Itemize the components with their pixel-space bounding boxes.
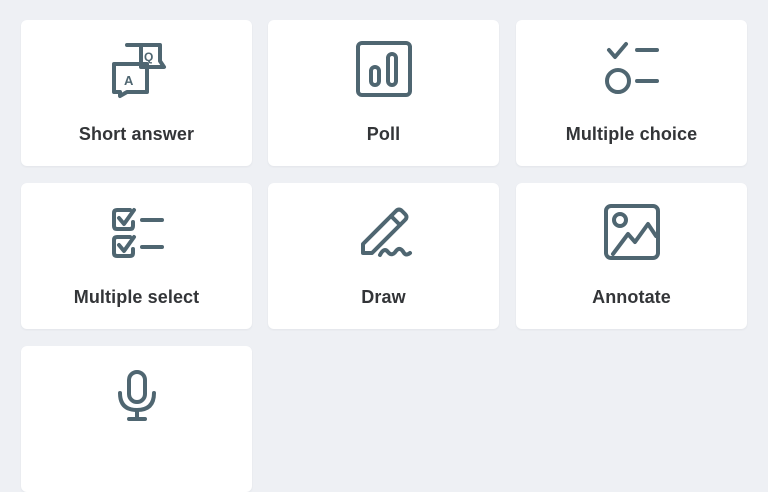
draw-card[interactable]: Draw: [268, 183, 499, 329]
multiple-choice-card[interactable]: Multiple choice: [516, 20, 747, 166]
poll-chart-icon: [354, 39, 414, 99]
microphone-icon: [107, 365, 167, 425]
poll-card[interactable]: Poll: [268, 20, 499, 166]
annotate-label: Annotate: [592, 287, 671, 307]
image-icon: [602, 202, 662, 262]
multiple-choice-icon: [602, 39, 662, 99]
svg-text:A: A: [124, 73, 134, 88]
annotate-card[interactable]: Annotate: [516, 183, 747, 329]
short-answer-card[interactable]: Q A Short answer: [21, 20, 252, 166]
multiple-select-label: Multiple select: [73, 287, 200, 307]
pencil-icon: [354, 202, 414, 262]
svg-text:Q: Q: [144, 50, 153, 64]
qa-bubble-icon: Q A: [107, 39, 167, 99]
checklist-icon: [107, 202, 167, 262]
multiple-choice-label: Multiple choice: [565, 124, 698, 144]
poll-label: Poll: [366, 124, 401, 144]
multiple-select-card[interactable]: Multiple select: [21, 183, 252, 329]
short-answer-label: Short answer: [78, 124, 195, 144]
draw-label: Draw: [361, 287, 406, 307]
audio-card[interactable]: [21, 346, 252, 492]
